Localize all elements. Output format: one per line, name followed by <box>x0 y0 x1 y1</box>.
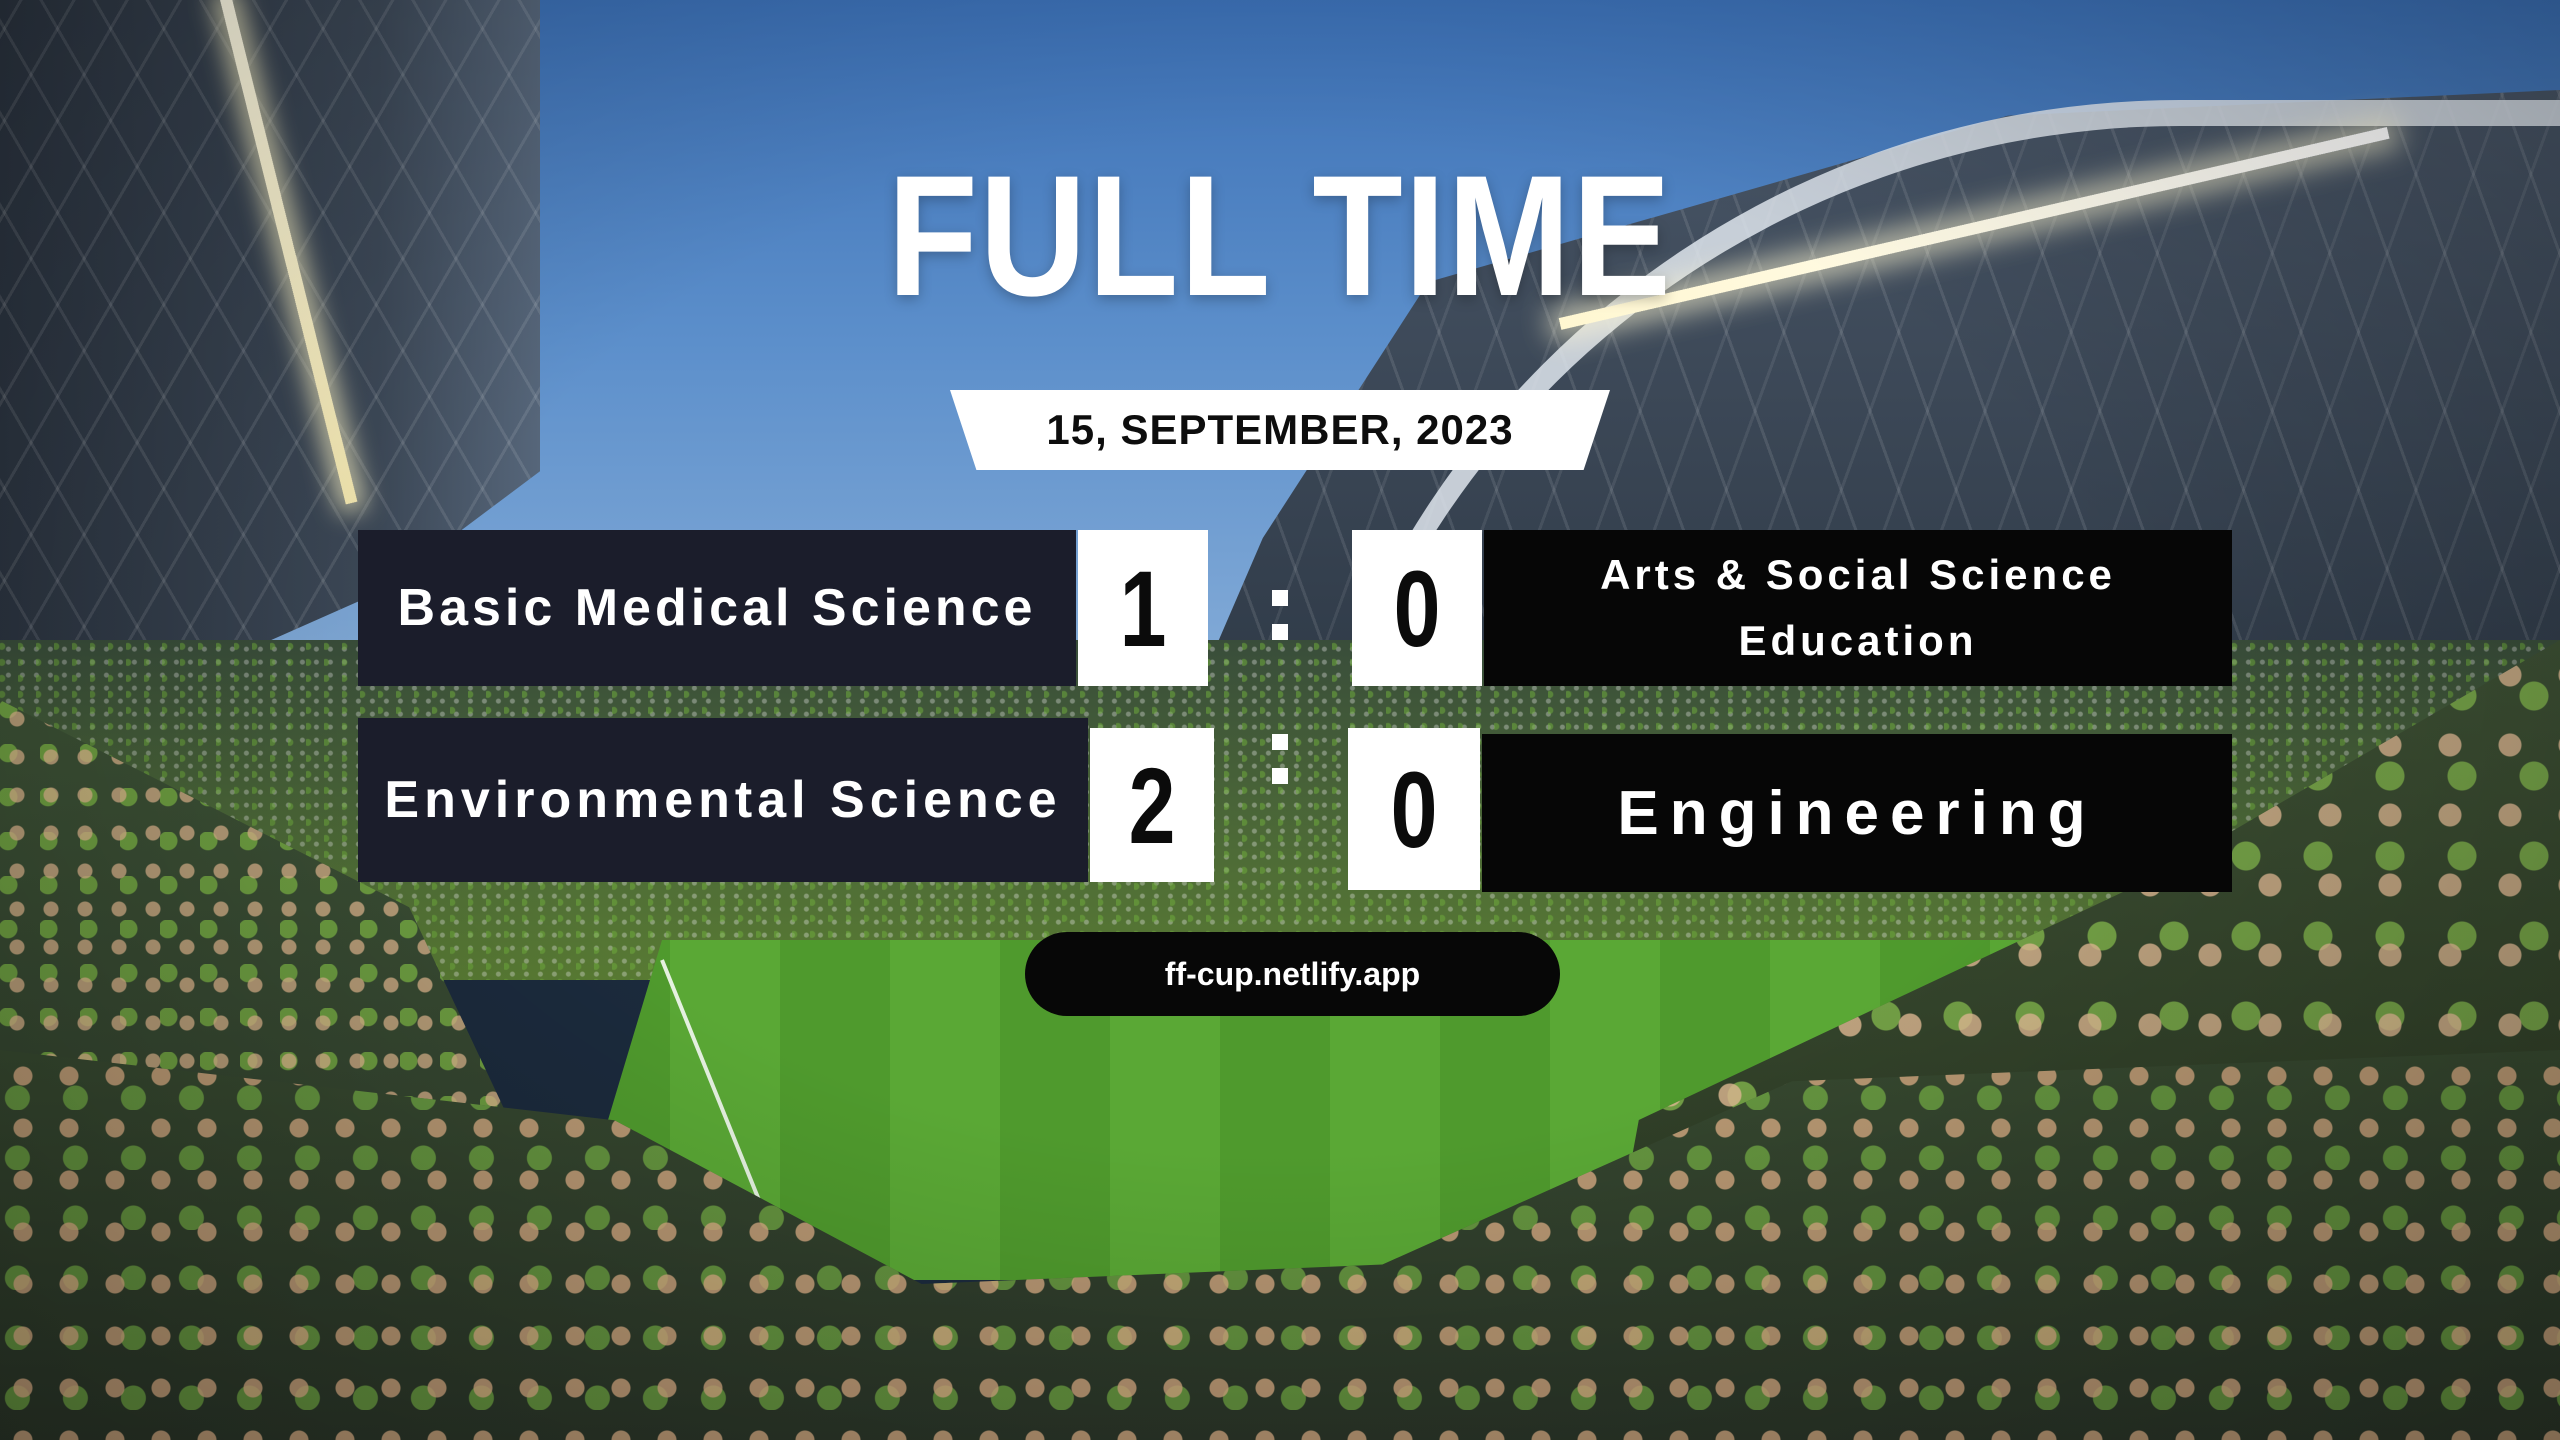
match-1-home-team-panel: Basic Medical Science <box>358 530 1076 686</box>
match-1-home-team-name: Basic Medical Science <box>397 579 1037 637</box>
match-2-away-score-value: 0 <box>1390 748 1438 870</box>
match-1-score-separator <box>1272 590 1288 640</box>
match-1-away-score: 0 <box>1352 530 1482 686</box>
match-2-away-team-name: Engineering <box>1617 778 2097 848</box>
match-1-away-score-value: 0 <box>1393 547 1441 669</box>
match-1-home-score-value: 1 <box>1119 547 1167 669</box>
match-2-home-team-name: Environmental Science <box>384 771 1062 829</box>
match-2-away-score: 0 <box>1348 728 1480 890</box>
match-1-away-team-name: Arts & Social Science Education <box>1600 551 2116 664</box>
match-date: 15, SEPTEMBER, 2023 <box>1046 406 1514 453</box>
match-2-home-score-value: 2 <box>1128 744 1176 866</box>
match-2-home-score: 2 <box>1090 728 1214 882</box>
match-2-away-team-panel: Engineering <box>1482 734 2232 892</box>
website-url: ff-cup.netlify.app <box>1164 955 1421 992</box>
match-2-home-team-panel: Environmental Science <box>358 718 1088 882</box>
match-2-score-separator <box>1272 734 1288 784</box>
match-1-home-score: 1 <box>1078 530 1208 686</box>
match-1-away-team-panel: Arts & Social Science Education <box>1484 530 2232 686</box>
page-title: FULL TIME <box>887 140 1673 332</box>
date-banner: 15, SEPTEMBER, 2023 <box>950 390 1610 470</box>
website-pill: ff-cup.netlify.app <box>1025 932 1560 1016</box>
